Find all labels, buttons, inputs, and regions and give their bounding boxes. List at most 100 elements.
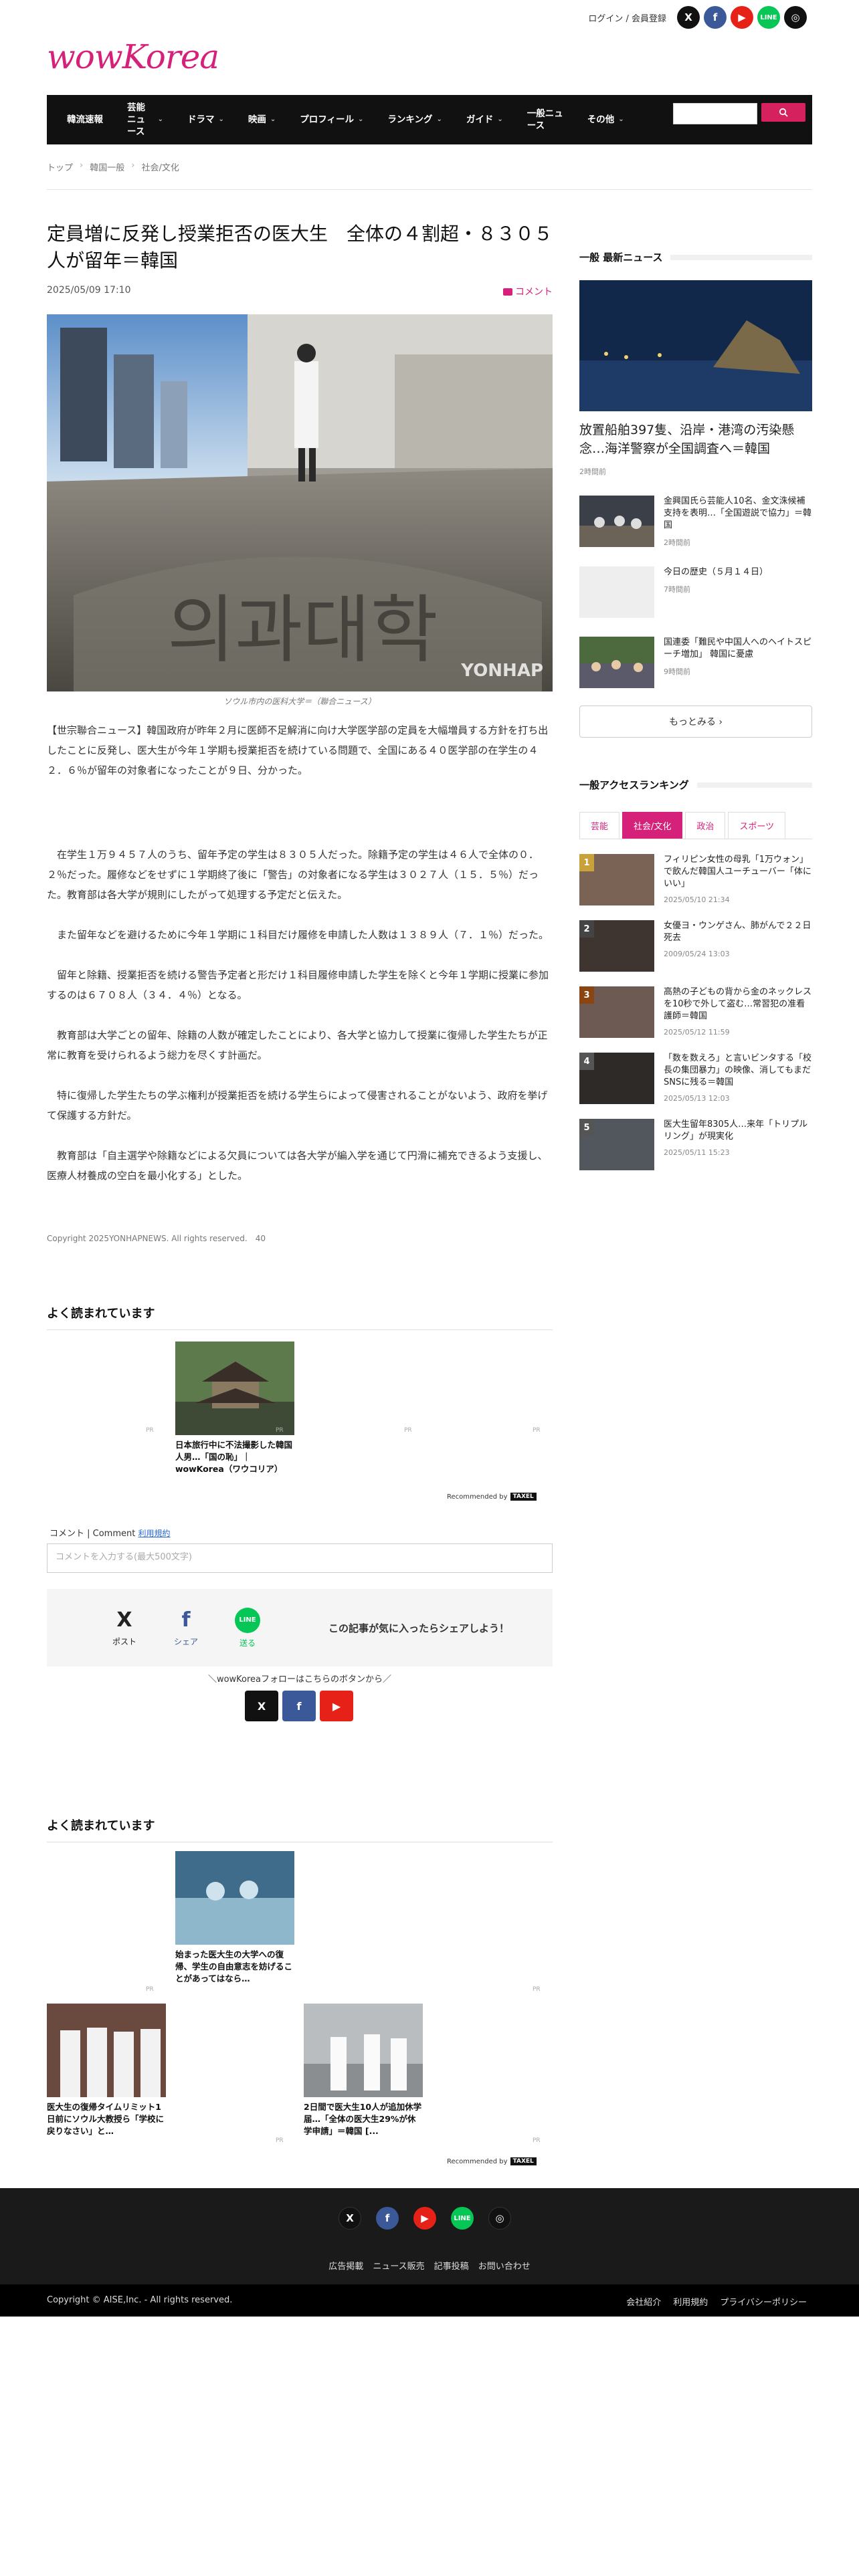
instagram-icon[interactable]: ◎ [784,6,807,29]
youtube-icon[interactable]: ▶ [731,6,753,29]
top-story-title[interactable]: 放置船舶397隻、沿岸・港湾の汚染懸念…海洋警察が全国調査へ＝韓国 [579,421,812,458]
top-story-image[interactable] [579,280,812,411]
tab-politics[interactable]: 政治 [685,812,726,839]
chevron-down-icon: ⌄ [270,116,276,123]
article-paragraph: 特に復帰した学生たちの学ぶ権利が授業拒否を続ける学生らによって侵害されることがな… [47,1089,548,1121]
share-message: この記事が気に入ったらシェアしよう！ [328,1622,509,1634]
site-logo[interactable]: wowKorea [47,37,219,76]
breadcrumb-society[interactable]: 社会/文化 [141,160,179,173]
news-title: 今日の歴史（５月１４日） [664,567,769,577]
tab-entertainment[interactable]: 芸能 [579,812,620,839]
footer-link-company[interactable]: 会社紹介 [626,2295,661,2308]
top-story-time: 2時間前 [579,467,606,476]
pr-label: PR [533,1427,541,1434]
footer-link-submit[interactable]: 記事投稿 [434,2259,469,2272]
protest-illustration [579,637,654,688]
follow-youtube-icon[interactable]: ▶ [320,1691,353,1721]
tab-sports[interactable]: スポーツ [728,812,786,839]
follow-x-icon[interactable]: X [245,1691,278,1721]
ranking-thumbnail: 5 [579,1119,654,1170]
card-image [175,1341,294,1435]
ranking-item[interactable]: 5 医大生留年8305人…来年「トリプルリング」が現実化 2025/05/11 1… [579,1119,812,1170]
nav-item-profile[interactable]: プロフィール ⌄ [288,114,375,126]
pr-label: PR [276,1427,284,1434]
recommend-card[interactable]: 2日間で医大生10人が追加休学届…「全体の医大生29%が休学申請」＝韓国 [..… [304,2004,423,2137]
line-icon[interactable]: LINE [451,2207,474,2230]
x-icon[interactable]: X [339,2207,361,2230]
temple-illustration [175,1341,294,1435]
line-icon[interactable]: LINE [757,6,780,29]
follow-label: ＼wowKoreaフォローはこちらのボタンから／ [207,1675,392,1685]
breadcrumb-top[interactable]: トップ [47,160,73,173]
card-title: 始まった医大生の大学への復帰、学生の自由意志を妨げることがあってはなら… [175,1949,293,1983]
ranking-title: フィリピン女性の母乳「1万ウォン」で飲んだ韓国人ユーチューバー「体にいい」 [664,855,812,889]
nav-label: 芸能ニュース [127,102,145,137]
nav-item-ranking[interactable]: ランキング ⌄ [375,114,454,126]
facebook-icon[interactable]: f [376,2207,399,2230]
recommend-card[interactable]: 医大生の復帰タイムリミット1日前にソウル大教授ら「学校に戻りなさい」と… [47,2004,166,2137]
youtube-icon[interactable]: ▶ [413,2207,436,2230]
recommended-by: Recommended by TAXEL [447,1493,537,1501]
terms-link[interactable]: 利用規約 [138,1529,170,1538]
ranking-item[interactable]: 2 女優ヨ・ウンゲさん、肺がんで２２日死去 2009/05/24 13:03 [579,920,812,972]
taxel-logo: TAXEL [510,2157,537,2165]
news-item[interactable]: 国連委「難民や中国人へのヘイトスピーチ増加」 韓国に憂慮 9時間前 [579,637,812,688]
share-x-button[interactable]: X ポスト [94,1608,155,1647]
search-input[interactable] [673,103,757,124]
footer-link-ads[interactable]: 広告掲載 [328,2259,363,2272]
share-box: X ポスト f シェア LINE 送る この記事が気に入ったらシェアしよう！ [47,1589,553,1667]
instagram-icon[interactable]: ◎ [488,2207,511,2230]
more-button[interactable]: もっとみる › [579,706,812,738]
taxel-logo: TAXEL [510,1493,537,1501]
comment-icon [503,288,512,296]
news-item[interactable]: 金興国氏ら芸能人10名、金文洙候補支持を表明…「全国遊説で協力」＝韓国 2時間前 [579,496,812,548]
news-thumbnail [579,637,654,688]
news-thumbnail-placeholder [579,566,654,618]
ranking-item[interactable]: 1 フィリピン女性の母乳「1万ウォン」で飲んだ韓国人ユーチューバー「体にいい」 2… [579,854,812,905]
nav-label: ランキング [387,114,433,125]
ranking-title: 医大生留年8305人…来年「トリプルリング」が現実化 [664,1119,808,1142]
facebook-icon[interactable]: f [704,6,727,29]
ranking-title: 高熱の子どもの背から金のネックレスを10秒で外して盗む…常習犯の准看護師＝韓国 [664,987,812,1021]
nav-item-guide[interactable]: ガイド ⌄ [454,114,515,126]
pr-label: PR [533,2137,541,2144]
comment-link-label: コメント [515,287,553,298]
share-facebook-button[interactable]: f シェア [155,1608,217,1647]
search-icon [779,108,788,117]
login-link[interactable]: ログイン / 会員登録 [588,11,666,24]
card-image [304,2004,423,2097]
recommend-card[interactable]: 日本旅行中に不法撮影した韓国人男…「国の恥」｜wowKorea（ワウコリア） [175,1341,294,1475]
pr-label: PR [146,1427,154,1434]
footer-link-privacy[interactable]: プライバシーポリシー [720,2295,807,2308]
chevron-right-icon: › [80,160,84,171]
article-meta: 2025/05/09 17:10 コメント [47,285,553,298]
ranking-item[interactable]: 4 「数を数えろ」と言いビンタする「校長の集団暴力」の映像、消してもまだSNSに… [579,1053,812,1104]
share-label: 送る [239,1638,256,1648]
follow-facebook-icon[interactable]: f [282,1691,316,1721]
article-copyright: Copyright 2025YONHAPNEWS. All rights res… [47,1234,266,1243]
article-paragraph: 教育部は「自主選学や除籍などによる欠員については各大学が編入学を通じて円滑に補充… [47,1150,548,1182]
comment-link[interactable]: コメント [503,285,553,298]
footer-link-contact[interactable]: お問い合わせ [478,2259,531,2272]
chevron-down-icon: ⌄ [157,116,163,123]
nav-item-entertainment-news[interactable]: 芸能ニュース ⌄ [115,102,175,138]
recommend-card[interactable]: 始まった医大生の大学への復帰、学生の自由意志を妨げることがあってはなら… [175,1851,294,1985]
ranking-item[interactable]: 3 高熱の子どもの背から金のネックレスを10秒で外して盗む…常習犯の准看護師＝韓… [579,986,812,1038]
nav-item-other[interactable]: その他 ⌄ [575,114,636,126]
nav-item-drama[interactable]: ドラマ ⌄ [175,114,236,126]
hospital-illustration [304,2004,423,2097]
breadcrumb-general[interactable]: 韓国一般 [90,160,124,173]
footer-link-news-sales[interactable]: ニュース販売 [373,2259,424,2272]
share-line-button[interactable]: LINE 送る [217,1607,278,1648]
nav-item-kanryu-sokuho[interactable]: 韓流速報 [55,114,115,126]
article-photo: 의과대학 YONHAP [47,314,553,691]
search-button[interactable] [761,103,805,122]
x-icon[interactable]: X [677,6,700,29]
nav-item-general-news[interactable]: 一般ニュース [515,108,575,132]
footer-link-terms[interactable]: 利用規約 [673,2295,708,2308]
comment-input[interactable]: コメントを入力する(最大500文字) [47,1543,553,1573]
tab-society[interactable]: 社会/文化 [622,812,683,839]
nav-item-movie[interactable]: 映画 ⌄ [236,114,288,126]
news-item[interactable]: 今日の歴史（５月１４日） 7時間前 [579,566,812,618]
news-time: 9時間前 [664,667,690,676]
